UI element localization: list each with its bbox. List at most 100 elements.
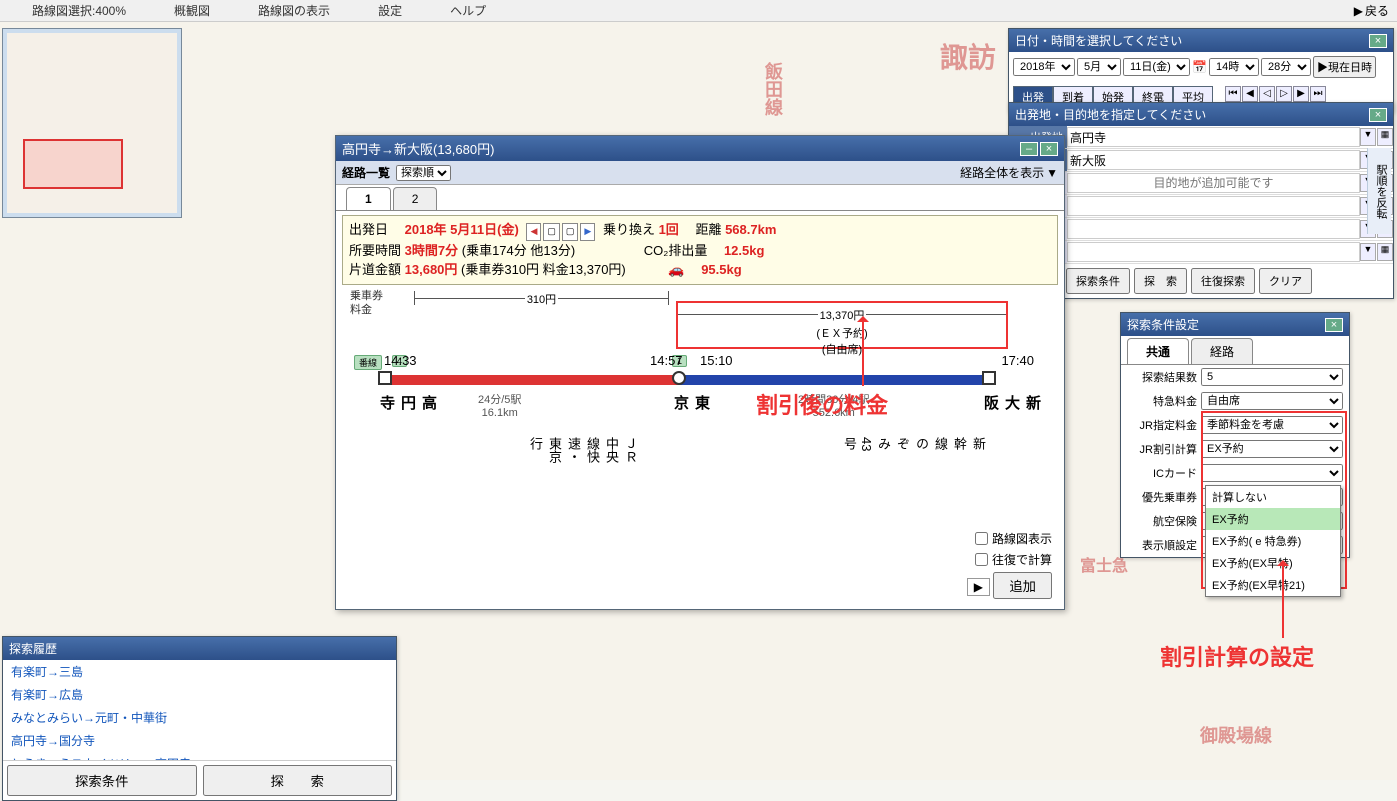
minute-select[interactable]: 28分 [1261,58,1311,76]
play-icon[interactable]: ▶ [967,578,990,596]
dropdown-icon[interactable]: ▼ [1360,128,1376,146]
dropdown-option[interactable]: EX予約(EX早特) [1206,552,1340,574]
hist-cond-button[interactable]: 探索条件 [7,765,197,796]
via-input[interactable] [1067,242,1360,262]
station-node-1[interactable] [378,371,392,385]
panel-title: 探索履歴 [9,640,57,657]
nav-last-icon[interactable]: ⏭ [1310,86,1326,102]
jr-seat-select[interactable]: 季節料金を考慮 [1201,416,1343,434]
dropdown-option[interactable]: 計算しない [1206,486,1340,508]
segment-bar-2[interactable] [678,375,988,385]
car-icon: 🚗 [668,262,684,277]
arrow-icon [862,318,864,386]
chevron-down-icon[interactable]: ▼ [1046,166,1058,180]
now-button[interactable]: ▶現在日時 [1313,56,1376,78]
menu-settings[interactable]: 設定 [354,2,426,19]
hist-search-button[interactable]: 探 索 [203,765,393,796]
time-arr1: 14:57 [650,353,683,368]
dropdown-icon[interactable]: ▼ [1360,243,1376,261]
close-icon[interactable]: × [1325,318,1343,332]
menu-overview[interactable]: 概観図 [150,2,234,19]
fare-value: 13,680円 [405,262,458,277]
nav-prev-icon[interactable]: ◀ [1242,86,1258,102]
history-item[interactable]: 高円寺→国分寺 [3,729,396,752]
dropdown-option[interactable]: EX予約 [1206,508,1340,530]
tab-route-2[interactable]: 2 [393,187,438,210]
minimize-icon[interactable]: – [1020,142,1038,156]
transfer-label: 乗り換え [603,222,655,237]
nav-back-icon[interactable]: ◁ [1259,86,1275,102]
map-pick-icon[interactable]: ▦ [1377,243,1393,261]
close-icon[interactable]: × [1369,34,1387,48]
month-select[interactable]: 5月 [1077,58,1121,76]
overview-minimap[interactable] [2,28,182,218]
checkbox-show-map[interactable]: 路線図表示 [975,530,1052,547]
search-cond-button[interactable]: 探索条件 [1066,268,1130,294]
play-icon[interactable]: ▶ [1354,4,1363,18]
ic-card-select[interactable] [1201,464,1343,482]
close-icon[interactable]: × [1040,142,1058,156]
nav-first-icon[interactable]: ⏮ [1225,86,1241,102]
segment-bar-1[interactable] [388,375,678,385]
seg2-meta: 2時間30分/4駅552.6km [798,391,870,419]
arrow-icon [1282,562,1284,638]
result-count-select[interactable]: 5 [1201,368,1343,386]
route-result-window: 高円寺→新大阪(13,680円) – × 経路一覧 探索順 経路全体を表示 ▼ … [335,135,1065,610]
minimap-viewport[interactable] [23,139,123,189]
year-select[interactable]: 2018年 [1013,58,1075,76]
dropdown-option[interactable]: EX予約( e 特急券) [1206,530,1340,552]
route-list-label: 経路一覧 [342,164,390,181]
via-input[interactable] [1067,173,1360,193]
flip-order-button[interactable]: 駅順を反転 [1367,148,1391,234]
sort-select[interactable]: 探索順 [396,165,451,181]
ic-card-label: ICカード [1127,465,1197,481]
order-label: 表示順設定 [1127,537,1197,553]
window-titlebar[interactable]: 高円寺→新大阪(13,680円) – × [336,136,1064,161]
station-node-3[interactable] [982,371,996,385]
clear-button[interactable]: クリア [1259,268,1312,294]
show-whole-route[interactable]: 経路全体を表示 [960,164,1044,181]
back-button[interactable]: 戻る [1365,2,1389,19]
origin-input[interactable] [1067,127,1360,147]
tab-route-1[interactable]: 1 [346,187,391,210]
via-input[interactable] [1067,196,1360,216]
time-dep1: 14:33 [384,353,417,368]
tab-common[interactable]: 共通 [1127,338,1189,364]
history-item[interactable]: とうきょうスカイツリー→高円寺 [3,752,396,760]
jr-discount-label: JR割引計算 [1127,441,1197,457]
map-label-iida: 飯田線 [760,62,786,116]
nav-fwd-icon[interactable]: ▷ [1276,86,1292,102]
day-select[interactable]: 11日(金) [1123,58,1190,76]
menu-route-zoom[interactable]: 路線図選択:400% [8,2,150,19]
train-name-2: 新幹線のぞみ43号 [840,437,988,451]
panel-title: 探索条件設定 [1127,316,1199,333]
checkbox-round-calc[interactable]: 往復で計算 [975,551,1052,568]
close-icon[interactable]: × [1369,108,1387,122]
express-fare-label: 特急料金 [1127,393,1197,409]
history-item[interactable]: 有楽町→広島 [3,683,396,706]
add-button[interactable]: 追加 [993,572,1052,599]
station-node-2[interactable] [672,371,686,385]
round-search-button[interactable]: 往復探索 [1191,268,1255,294]
map-pick-icon[interactable]: ▦ [1377,128,1393,146]
calendar-icon[interactable]: 📅 [1192,60,1207,74]
dest-input[interactable] [1067,150,1360,170]
menu-show-route[interactable]: 路線図の表示 [234,2,354,19]
tab-route[interactable]: 経路 [1191,338,1253,364]
jr-discount-select[interactable]: EX予約 [1201,440,1343,458]
hour-select[interactable]: 14時 [1209,58,1259,76]
map-label-suwa: 諏訪 [940,36,996,76]
via-input[interactable] [1067,219,1360,239]
history-item[interactable]: 有楽町→三島 [3,660,396,683]
nav-next-icon[interactable]: ▶ [1293,86,1309,102]
express-fare-select[interactable]: 自由席 [1201,392,1343,410]
route-summary: 出発日 2018年 5月11日(金) ◀▢▢▶ 乗り換え 1回 距離 568.7… [342,215,1058,285]
seg1-meta: 24分/5駅16.1km [478,391,521,419]
history-item[interactable]: みなとみらい→元町・中華街 [3,706,396,729]
history-list: 有楽町→三島 有楽町→広島 みなとみらい→元町・中華街 高円寺→国分寺 とうきょ… [3,660,396,760]
menu-help[interactable]: ヘルプ [426,2,510,19]
panel-title: 日付・時間を選択してください [1015,32,1182,49]
jr-discount-dropdown: 計算しない EX予約 EX予約( e 特急券) EX予約(EX早特) EX予約(… [1205,485,1341,597]
dropdown-option[interactable]: EX予約(EX早特21) [1206,574,1340,596]
search-button[interactable]: 探 索 [1134,268,1187,294]
